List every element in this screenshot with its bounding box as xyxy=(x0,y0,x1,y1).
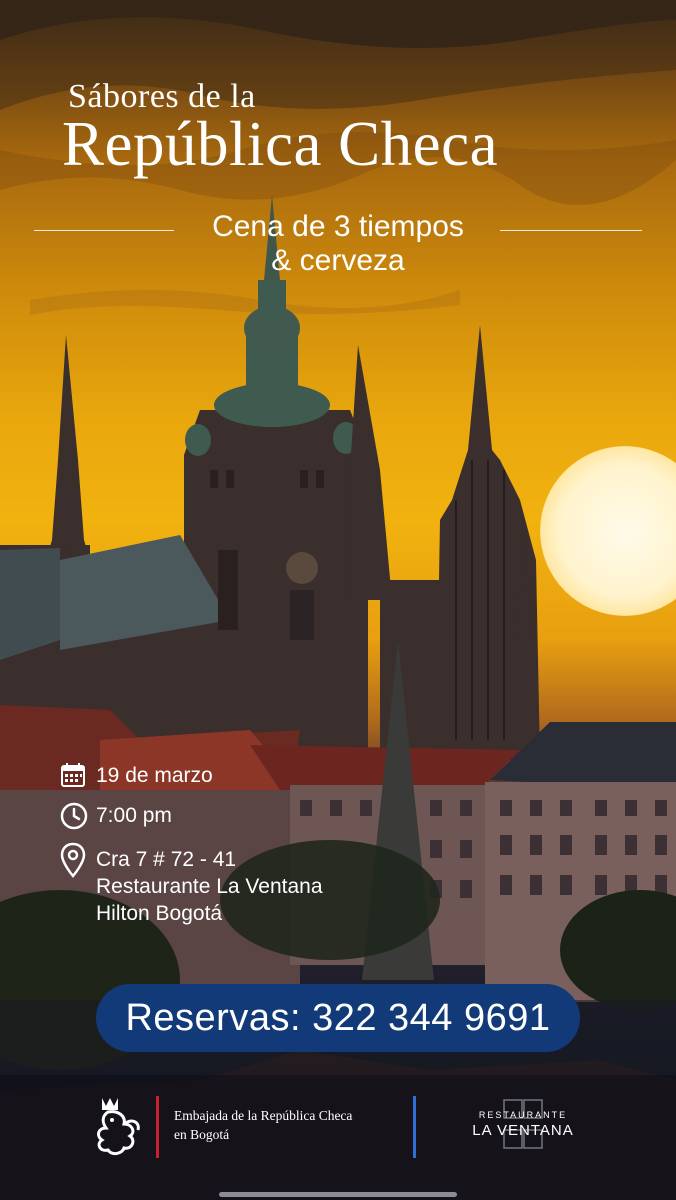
reservation-button[interactable]: Reservas: 322 344 9691 xyxy=(96,984,580,1052)
restaurant-logo: RESTAURANTE LA VENTANA xyxy=(458,1099,588,1160)
subtitle-line-2: & cerveza xyxy=(271,244,405,277)
czech-lion-emblem xyxy=(97,1098,140,1156)
event-address: Cra 7 # 72 - 41 xyxy=(96,848,237,871)
restaurant-label-small: RESTAURANTE xyxy=(478,1110,568,1120)
event-venue: Restaurante La Ventana xyxy=(96,875,323,898)
restaurant-label-big: LA VENTANA xyxy=(472,1122,574,1139)
clock-icon xyxy=(60,802,88,830)
title-line-2: República Checa xyxy=(62,109,499,179)
subtitle-line-1: Cena de 3 tiempos xyxy=(212,210,464,243)
embassy-name: Embajada de la República Checa en Bogotá xyxy=(174,1106,352,1144)
event-poster: Sábores de la República Checa Cena de 3 … xyxy=(0,0,676,1200)
calendar-icon xyxy=(61,763,85,787)
location-pin-icon xyxy=(60,842,86,878)
event-time: 7:00 pm xyxy=(96,804,172,827)
event-hotel: Hilton Bogotá xyxy=(96,902,223,925)
blue-divider xyxy=(413,1096,416,1158)
home-indicator[interactable] xyxy=(219,1192,457,1197)
red-divider xyxy=(156,1096,159,1158)
embassy-line-2: en Bogotá xyxy=(174,1127,230,1142)
event-date: 19 de marzo xyxy=(96,764,213,787)
embassy-line-1: Embajada de la República Checa xyxy=(174,1108,353,1123)
